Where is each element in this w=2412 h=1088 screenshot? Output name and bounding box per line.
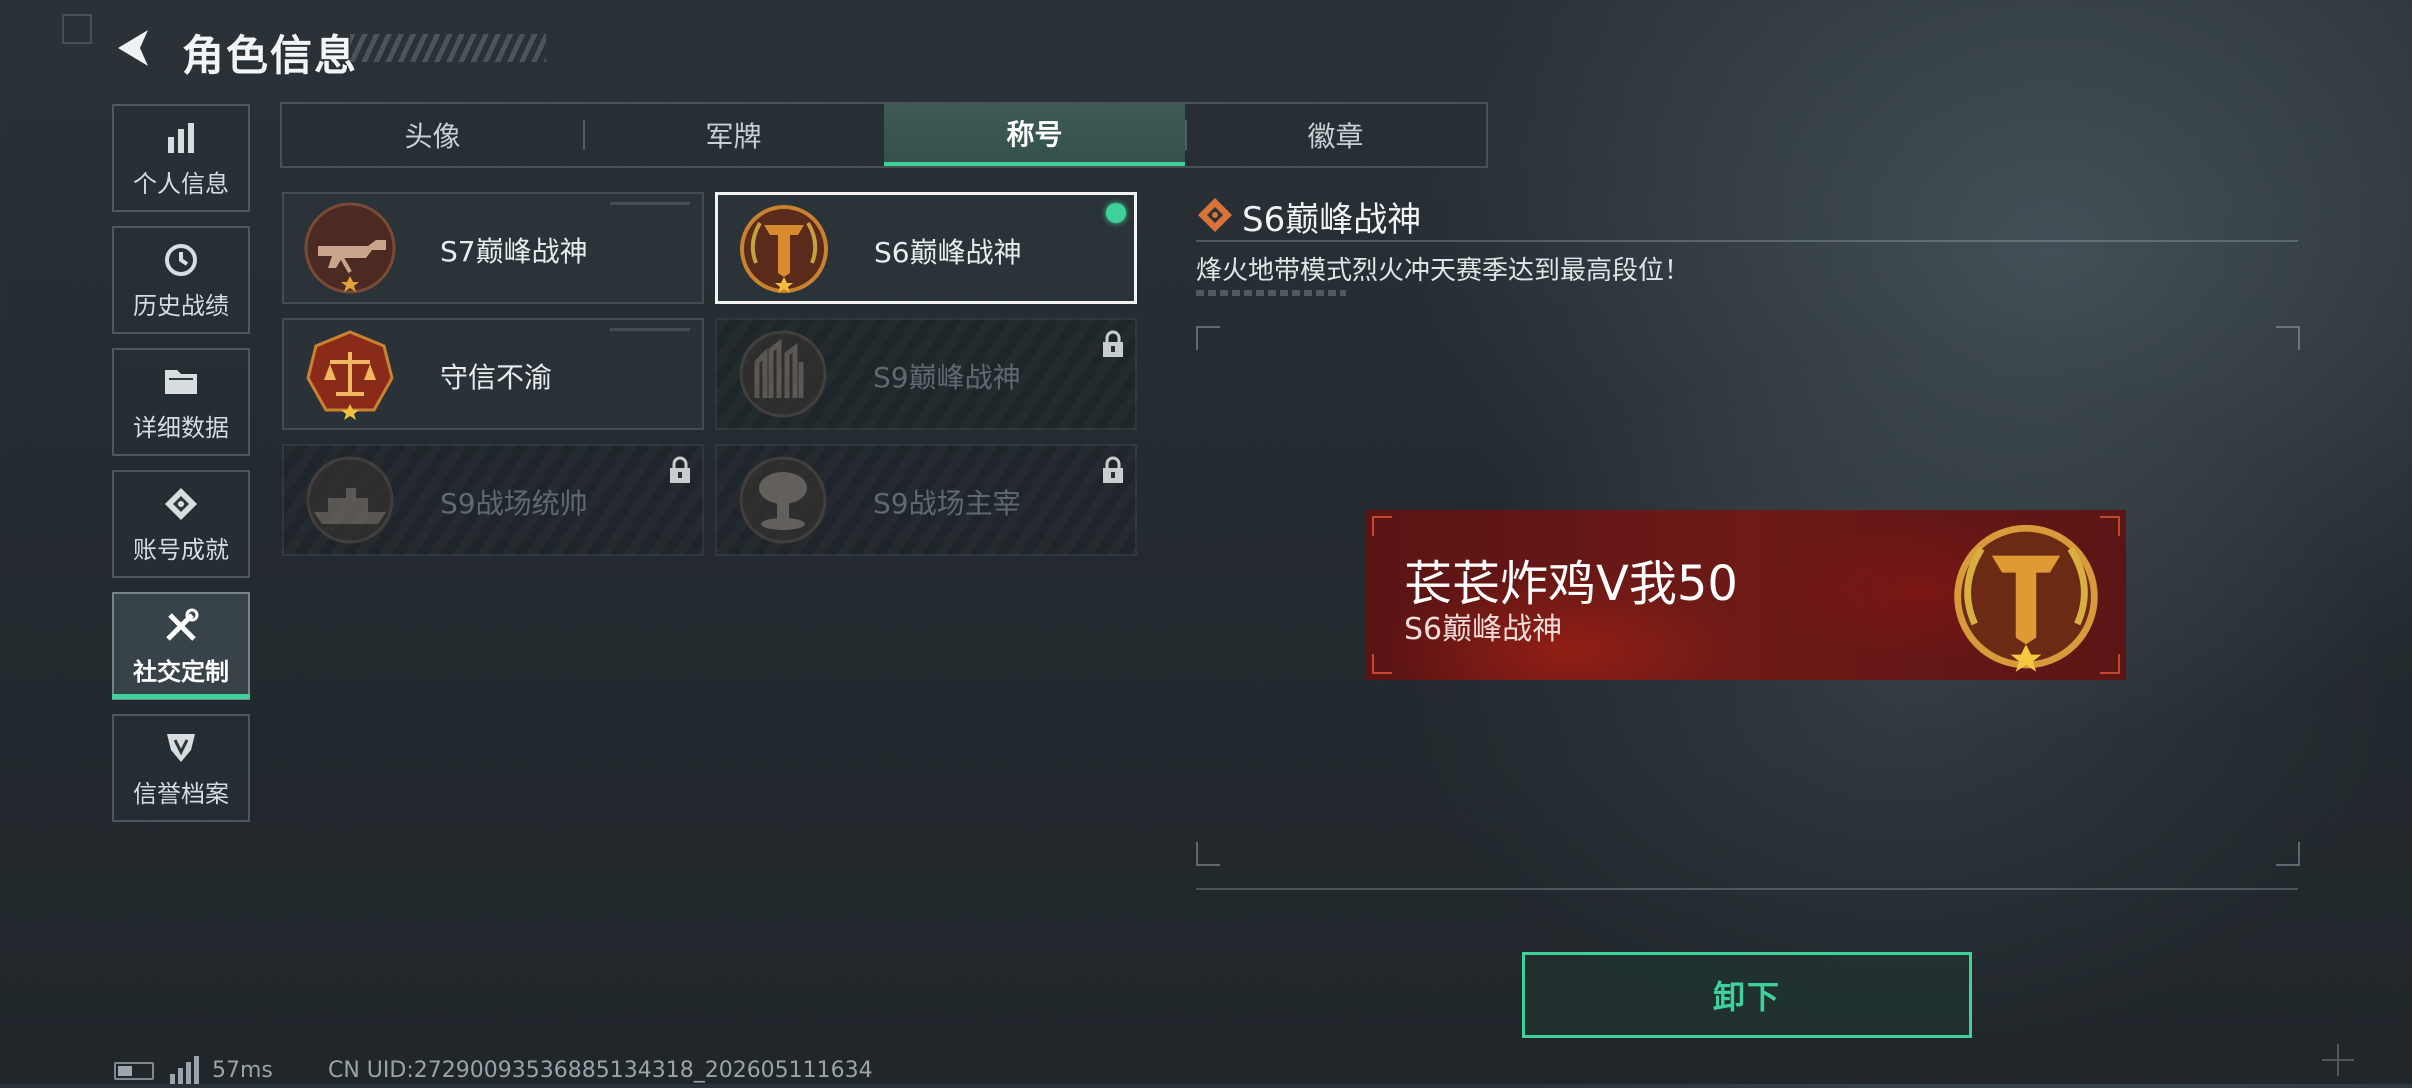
lock-icon	[668, 456, 692, 484]
title-diamond-icon	[1196, 196, 1234, 234]
sidebar-item-label: 个人信息	[133, 169, 229, 198]
divider	[1196, 240, 2298, 242]
sidebar-item-label: 历史战绩	[133, 291, 229, 320]
title-name: S7巅峰战神	[440, 235, 588, 268]
tab-title[interactable]: 称号	[884, 104, 1185, 166]
sidebar-item-label: 社交定制	[133, 657, 229, 686]
sidebar-item-detailed-data[interactable]: 详细数据	[112, 348, 250, 456]
title-stripes-decoration	[350, 34, 546, 62]
t-emblem-medal-icon	[1944, 518, 2108, 682]
title-name: S6巅峰战神	[874, 236, 1022, 269]
crosshair-icon	[2320, 1042, 2356, 1078]
lock-icon	[1101, 330, 1125, 358]
sidebar-item-label: 详细数据	[133, 413, 229, 442]
divider	[1196, 888, 2298, 890]
shield-icon	[161, 728, 201, 768]
corner-decoration	[62, 14, 92, 44]
card-decoration	[610, 202, 690, 205]
gun-medal-icon	[302, 202, 398, 298]
preview-frame-corner	[2276, 842, 2300, 866]
preview-title-name: S6巅峰战神	[1404, 612, 1563, 647]
tab-dogtag[interactable]: 军牌	[583, 104, 884, 166]
sidebar-item-credit[interactable]: 信誉档案	[112, 714, 250, 822]
preview-frame-corner	[2276, 326, 2300, 350]
sidebar-item-social-custom[interactable]: 社交定制	[112, 592, 250, 700]
achievement-icon	[161, 484, 201, 524]
preview-frame-corner	[1196, 842, 1220, 866]
tab-badge[interactable]: 徽章	[1185, 104, 1486, 166]
battery-level	[118, 1066, 132, 1076]
signal-icon	[168, 1056, 204, 1084]
detail-title: S6巅峰战神	[1242, 200, 1422, 240]
sidebar-item-label: 账号成就	[133, 535, 229, 564]
scales-medal-icon	[302, 328, 398, 424]
sidebar-item-history[interactable]: 历史战绩	[112, 226, 250, 334]
back-arrow-icon[interactable]	[112, 26, 156, 70]
fortress-medal-icon	[735, 328, 831, 424]
equipped-indicator	[1106, 203, 1126, 223]
page-title: 角色信息	[182, 31, 359, 80]
title-card-s6[interactable]: S6巅峰战神	[715, 192, 1137, 304]
lock-icon	[1101, 456, 1125, 484]
title-name: 守信不渝	[440, 361, 553, 394]
title-card-s7[interactable]: S7巅峰战神	[282, 192, 704, 304]
unequip-button[interactable]: 卸下	[1522, 952, 1972, 1038]
card-decoration	[610, 328, 690, 331]
sidebar-active-indicator	[112, 694, 250, 699]
t-emblem-medal-icon	[736, 203, 832, 299]
ping-text: 57ms	[212, 1058, 273, 1083]
mushroom-cloud-medal-icon	[735, 454, 831, 550]
detail-description: 烽火地带模式烈火冲天赛季达到最高段位！	[1196, 256, 1691, 286]
title-card-s9-god[interactable]: S9巅峰战神	[715, 318, 1137, 430]
tab-bar: 头像 军牌 称号 徽章	[280, 102, 1488, 168]
title-card-trust[interactable]: 守信不渝	[282, 318, 704, 430]
title-name: S9战场主宰	[873, 487, 1021, 520]
bar-chart-icon	[161, 118, 201, 158]
title-card-s9-dominator[interactable]: S9战场主宰	[715, 444, 1137, 556]
detail-sub-decoration	[1196, 290, 1346, 296]
sidebar-item-personal-info[interactable]: 个人信息	[112, 104, 250, 212]
warship-medal-icon	[302, 454, 398, 550]
uid-text: CN UID:27290093536885134318_202605111634	[328, 1058, 873, 1083]
title-card-s9-commander[interactable]: S9战场统帅	[282, 444, 704, 556]
title-name: S9巅峰战神	[873, 361, 1021, 394]
sidebar-item-label: 信誉档案	[133, 779, 229, 808]
history-clock-icon	[161, 240, 201, 280]
wrench-screwdriver-icon	[161, 606, 201, 646]
folder-icon	[161, 362, 201, 402]
preview-frame-corner	[1196, 326, 1220, 350]
sidebar-item-achievements[interactable]: 账号成就	[112, 470, 250, 578]
tab-avatar[interactable]: 头像	[282, 104, 583, 166]
title-name: S9战场统帅	[440, 487, 588, 520]
